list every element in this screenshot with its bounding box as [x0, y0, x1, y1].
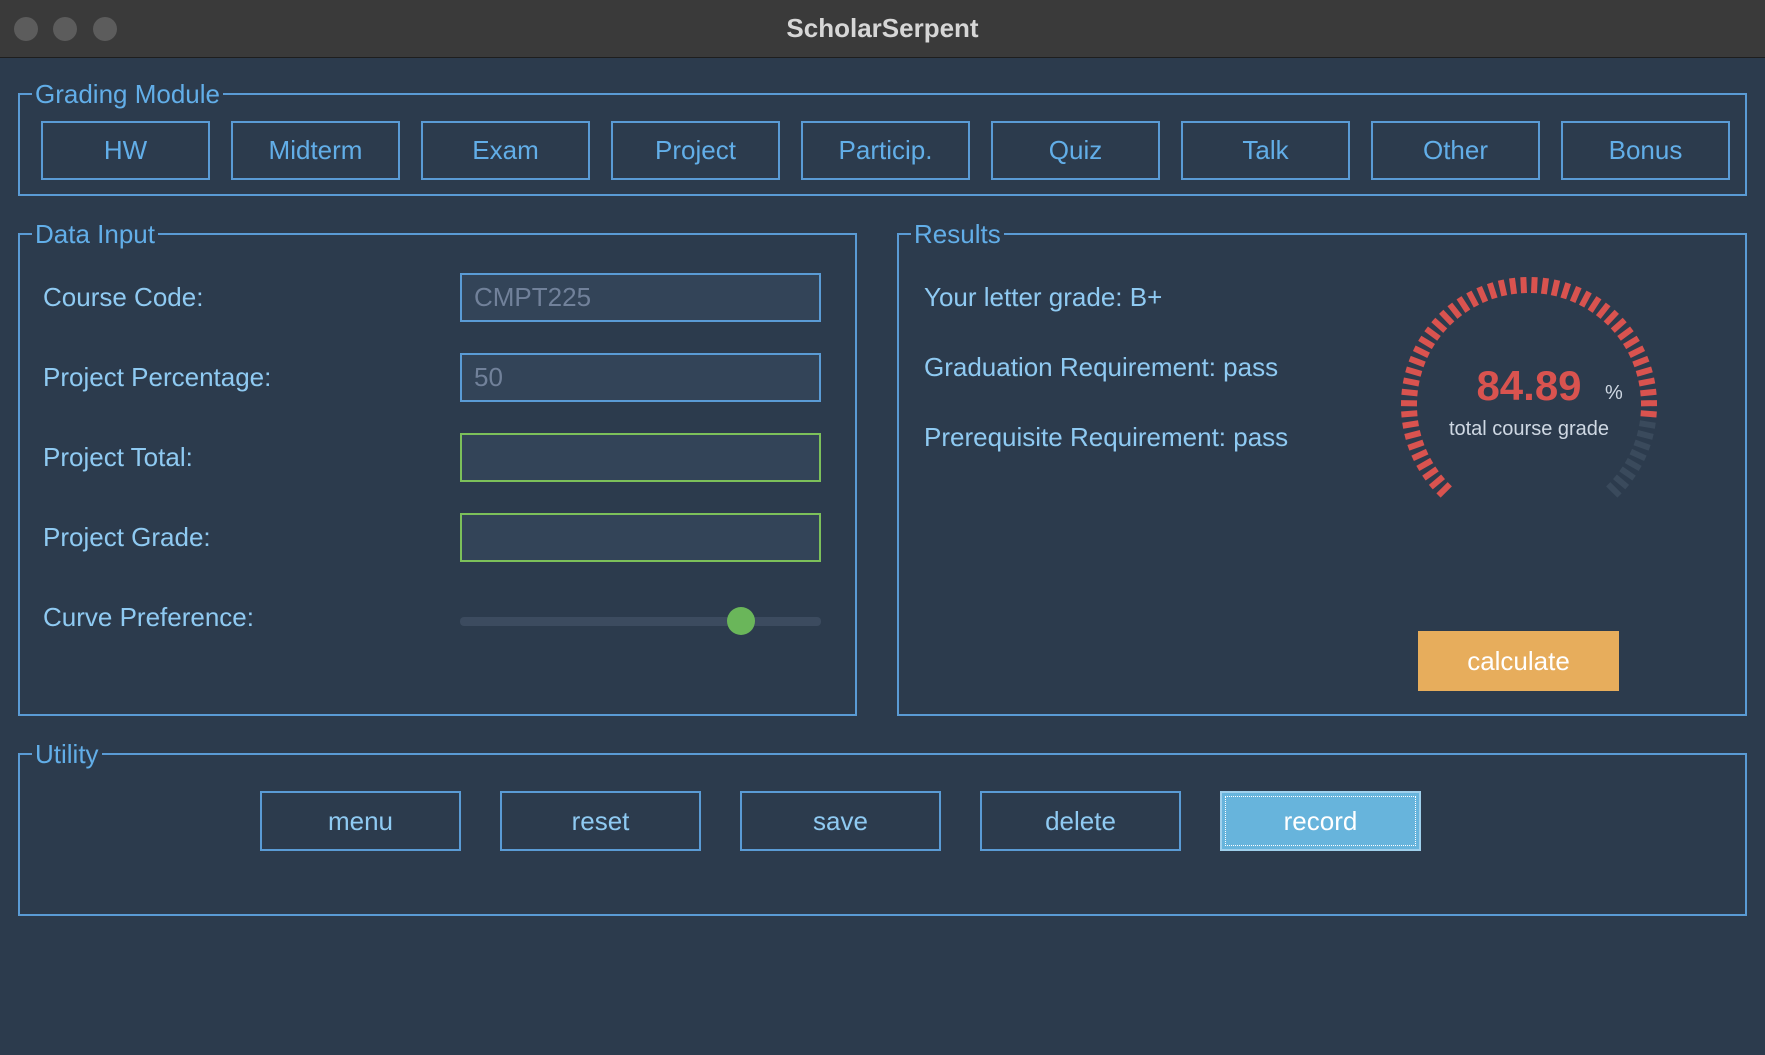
gauge-tick [1509, 277, 1518, 295]
gauge-tick [1530, 276, 1538, 294]
curve-preference-label: Curve Preference: [43, 602, 254, 632]
gauge-tick [1550, 279, 1561, 297]
gauge-tick [1610, 317, 1627, 333]
project-percentage-input[interactable]: 50 [460, 353, 821, 402]
module-button-project[interactable]: Project [611, 121, 780, 180]
curve-preference-slider-handle[interactable] [727, 607, 755, 635]
gauge-tick [1466, 290, 1480, 308]
module-button-exam[interactable]: Exam [421, 121, 590, 180]
project-grade-label: Project Grade: [43, 522, 211, 552]
gauge-tick [1540, 277, 1549, 295]
gauge-tick [1497, 279, 1508, 297]
gauge-tick [1408, 355, 1426, 368]
course-code-label: Course Code: [43, 282, 204, 312]
gauge-tick [1606, 482, 1622, 498]
gauge-tick [1520, 276, 1528, 294]
app-window: ScholarSerpent Grading Module HW Midterm… [0, 0, 1765, 1055]
gauge-tick [1405, 366, 1423, 377]
gauge-tick [1623, 335, 1640, 350]
gauge-tick [1595, 302, 1611, 319]
gauge-tick [1439, 309, 1455, 326]
gauge-tick [1636, 430, 1654, 440]
gauge-tick [1476, 285, 1489, 304]
course-grade-gauge: 84.89 % total course grade [1400, 276, 1658, 498]
gauge-tick [1456, 296, 1471, 313]
record-button[interactable]: record [1220, 791, 1421, 851]
utility-legend: Utility [32, 737, 102, 771]
gauge-tick [1424, 326, 1441, 341]
module-button-participation[interactable]: Particip. [801, 121, 970, 180]
module-button-talk[interactable]: Talk [1181, 121, 1350, 180]
project-grade-input[interactable] [460, 513, 821, 562]
delete-button[interactable]: delete [980, 791, 1181, 851]
gauge-tick [1632, 355, 1650, 368]
gauge-tick [1402, 420, 1419, 429]
project-total-label: Project Total: [43, 442, 193, 472]
gauge-tick [1436, 482, 1452, 498]
gauge-tick [1412, 345, 1430, 359]
gauge-tick [1640, 388, 1657, 397]
menu-button[interactable]: menu [260, 791, 461, 851]
gauge-tick [1639, 420, 1656, 429]
gauge-tick [1416, 457, 1434, 472]
gauge-tick [1628, 345, 1646, 359]
grading-module-group: Grading Module HW Midterm Exam Project P… [18, 77, 1747, 196]
reset-button[interactable]: reset [500, 791, 701, 851]
gauge-tick [1402, 377, 1420, 387]
gauge-tick [1578, 290, 1592, 308]
results-group: Results Your letter grade: B+ Graduation… [897, 217, 1747, 716]
module-button-hw[interactable]: HW [41, 121, 210, 180]
gauge-tick [1629, 448, 1647, 462]
letter-grade-text: Your letter grade: B+ [924, 282, 1163, 312]
graduation-requirement-text: Graduation Requirement: pass [924, 352, 1279, 382]
gauge-tick [1447, 302, 1463, 319]
gauge-tick [1617, 326, 1634, 341]
gauge-tick [1486, 282, 1498, 300]
gauge-caption: total course grade [1449, 418, 1609, 440]
course-code-input[interactable]: CMPT225 [460, 273, 821, 322]
results-legend: Results [911, 217, 1004, 251]
utility-group: Utility menu reset save delete record [18, 737, 1747, 916]
gauge-tick [1619, 466, 1636, 481]
gauge-value: 84.89 [1476, 362, 1581, 409]
project-total-input[interactable] [460, 433, 821, 482]
gauge-tick [1612, 474, 1630, 490]
gauge-tick [1407, 439, 1425, 451]
title-bar: ScholarSerpent [0, 0, 1765, 58]
gauge-tick [1569, 285, 1582, 304]
gauge-tick [1404, 430, 1422, 440]
gauge-tick [1401, 388, 1418, 397]
curve-preference-slider[interactable] [460, 617, 821, 626]
data-input-group: Data Input Course Code: CMPT225 Project … [18, 217, 857, 716]
gauge-tick [1633, 439, 1651, 451]
grading-module-legend: Grading Module [32, 77, 223, 111]
calculate-button[interactable]: calculate [1418, 631, 1619, 691]
module-button-other[interactable]: Other [1371, 121, 1540, 180]
gauge-tick [1401, 410, 1418, 418]
gauge-tick [1603, 309, 1619, 326]
window-title: ScholarSerpent [786, 13, 979, 43]
save-button[interactable]: save [740, 791, 941, 851]
gauge-tick [1428, 474, 1446, 490]
gauge-tick [1587, 296, 1602, 313]
gauge-tick [1560, 282, 1572, 300]
project-percentage-label: Project Percentage: [43, 362, 272, 392]
gauge-tick [1638, 377, 1656, 387]
gauge-tick [1418, 335, 1435, 350]
gauge-unit: % [1605, 382, 1623, 404]
gauge-tick [1640, 410, 1657, 418]
module-button-bonus[interactable]: Bonus [1561, 121, 1730, 180]
prerequisite-requirement-text: Prerequisite Requirement: pass [924, 422, 1289, 452]
data-input-legend: Data Input [32, 217, 158, 251]
module-button-midterm[interactable]: Midterm [231, 121, 400, 180]
record-button-focus-ring [1225, 796, 1416, 846]
gauge-tick [1624, 457, 1642, 472]
module-button-quiz[interactable]: Quiz [991, 121, 1160, 180]
gauge-tick [1422, 466, 1439, 481]
gauge-tick [1635, 366, 1653, 377]
gauge-tick [1431, 317, 1448, 333]
gauge-tick [1411, 448, 1429, 462]
